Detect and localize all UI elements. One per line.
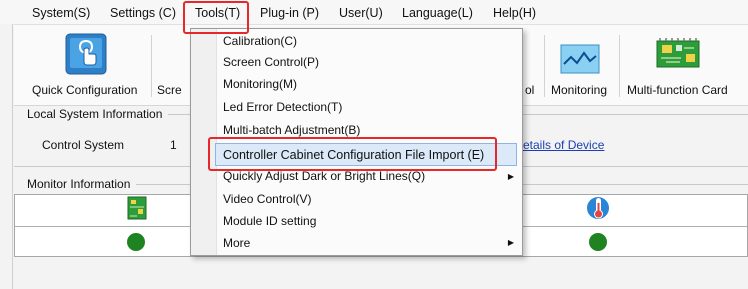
menu-plugin[interactable]: Plug-in (P) bbox=[260, 5, 319, 21]
monitoring-label: Monitoring bbox=[551, 83, 608, 97]
group-divider bbox=[523, 184, 748, 185]
menu-help[interactable]: Help(H) bbox=[493, 5, 536, 21]
status-ok-indicator bbox=[127, 233, 145, 251]
toolbar-separator bbox=[544, 35, 545, 97]
menu-item-video-control[interactable]: Video Control(V) bbox=[223, 190, 312, 208]
status-ok-indicator bbox=[589, 233, 607, 251]
control-system-label: Control System bbox=[42, 138, 125, 152]
menu-system[interactable]: System(S) bbox=[32, 5, 90, 21]
monitoring-icon bbox=[560, 44, 600, 74]
menu-item-led-error-detection[interactable]: Led Error Detection(T) bbox=[223, 98, 342, 116]
quick-configuration-label: Quick Configuration bbox=[32, 83, 138, 97]
toolbar-separator bbox=[151, 35, 152, 97]
multifunction-card-icon bbox=[656, 38, 700, 68]
quick-configuration-icon bbox=[65, 33, 107, 75]
submenu-arrow-icon: ▶ bbox=[507, 238, 514, 247]
group-divider bbox=[168, 114, 190, 115]
monitor-info-title: Monitor Information bbox=[27, 177, 131, 191]
menu-settings[interactable]: Settings (C) bbox=[110, 5, 176, 21]
highlight-box-config-import bbox=[208, 137, 497, 171]
menu-item-more[interactable]: More bbox=[223, 234, 250, 252]
menu-item-calibration[interactable]: Calibration(C) bbox=[223, 32, 297, 50]
screen-tool-label[interactable]: Scre bbox=[157, 83, 182, 97]
receiver-card-icon bbox=[127, 196, 147, 220]
multifunction-card-label: Multi-function Card bbox=[627, 83, 728, 97]
control-system-value: 1 bbox=[170, 138, 177, 152]
temperature-icon bbox=[587, 197, 609, 219]
group-divider bbox=[523, 114, 748, 115]
submenu-arrow-icon: ▶ bbox=[507, 172, 514, 181]
menu-item-screen-control[interactable]: Screen Control(P) bbox=[223, 53, 319, 71]
menu-bar: System(S) Settings (C) Tools(T) Plug-in … bbox=[0, 0, 748, 24]
menu-item-monitoring[interactable]: Monitoring(M) bbox=[223, 75, 297, 93]
group-divider bbox=[136, 184, 190, 185]
toolbar-separator bbox=[619, 35, 620, 97]
window-left-edge bbox=[12, 24, 13, 289]
control-tool-label[interactable]: ol bbox=[525, 83, 534, 97]
menu-item-module-id-setting[interactable]: Module ID setting bbox=[223, 212, 316, 230]
menu-user[interactable]: User(U) bbox=[339, 5, 383, 21]
highlight-box-tools-menu bbox=[183, 1, 249, 34]
details-of-device-link[interactable]: etails of Device bbox=[523, 138, 604, 152]
local-system-title: Local System Information bbox=[27, 107, 163, 121]
menu-language[interactable]: Language(L) bbox=[402, 5, 473, 21]
